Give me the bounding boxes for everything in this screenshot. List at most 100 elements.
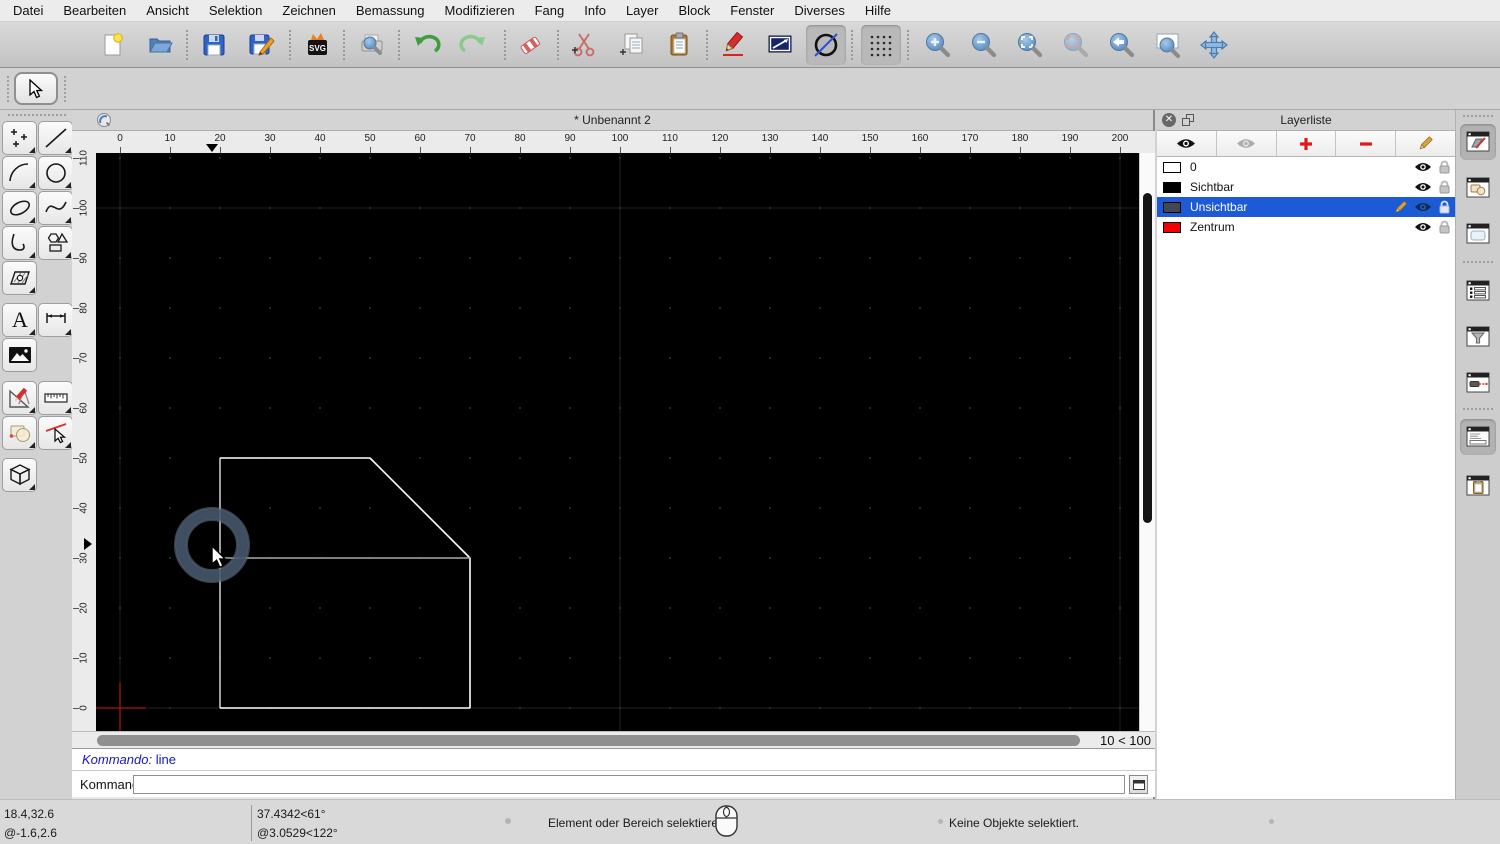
menu-item-info[interactable]: Info	[574, 3, 616, 18]
menu-item-diverses[interactable]: Diverses	[784, 3, 855, 18]
menu-item-datei[interactable]: Datei	[3, 3, 53, 18]
hatch-tool-button[interactable]	[2, 261, 37, 295]
open-file-button[interactable]	[140, 25, 180, 65]
hide-all-layers-button[interactable]	[1217, 131, 1277, 156]
erase-button[interactable]	[510, 25, 550, 65]
svg-export-button[interactable]: SVG	[297, 25, 337, 65]
layer-lock-icon[interactable]	[1438, 200, 1451, 214]
layer-visibility-icon[interactable]	[1414, 161, 1432, 173]
new-file-button[interactable]	[93, 25, 133, 65]
draw-pencil-button[interactable]	[714, 25, 754, 65]
layer-visibility-icon[interactable]	[1414, 201, 1432, 213]
h-ruler-label: 100	[611, 133, 629, 144]
line-tool-button[interactable]	[38, 121, 73, 155]
measure-tool-button[interactable]	[38, 381, 73, 415]
modify-tool-button[interactable]	[2, 416, 37, 450]
cut-button[interactable]	[565, 25, 605, 65]
copy-button[interactable]	[613, 25, 653, 65]
edit-layer-button[interactable]	[1396, 131, 1455, 156]
layer-edit-icon[interactable]	[1393, 200, 1408, 215]
menu-item-fang[interactable]: Fang	[525, 3, 575, 18]
ellipse-tool-button[interactable]	[2, 191, 37, 225]
command-window-button[interactable]	[1129, 775, 1148, 794]
pan-button[interactable]	[1194, 25, 1234, 65]
property-editor-panel-button[interactable]	[1460, 216, 1496, 252]
menu-item-selektion[interactable]: Selektion	[199, 3, 272, 18]
layer-row-0[interactable]: 0	[1157, 157, 1455, 177]
text-tool-button[interactable]: A	[2, 303, 37, 337]
menu-item-block[interactable]: Block	[668, 3, 720, 18]
image-tool-button[interactable]	[2, 338, 37, 372]
v-ruler-label: 0	[78, 705, 90, 711]
h-scrollbar-thumb[interactable]	[97, 735, 1080, 746]
vertical-scrollbar[interactable]	[1139, 153, 1155, 731]
layer-row-unsichtbar[interactable]: Unsichtbar	[1157, 197, 1455, 217]
print-preview-button[interactable]	[352, 25, 392, 65]
measurement-panel-button[interactable]	[1460, 365, 1496, 401]
v-scrollbar-thumb[interactable]	[1143, 193, 1152, 523]
menu-item-modifizieren[interactable]: Modifizieren	[435, 3, 525, 18]
spline-tool-button[interactable]	[38, 191, 73, 225]
polyline-tool-button[interactable]	[2, 226, 37, 260]
menu-item-fenster[interactable]: Fenster	[720, 3, 784, 18]
remove-layer-button[interactable]	[1336, 131, 1397, 156]
circle-tool-button[interactable]	[38, 156, 73, 190]
layer-row-sichtbar[interactable]: Sichtbar	[1157, 177, 1455, 197]
points-tool-button[interactable]	[2, 121, 37, 155]
command-input[interactable]	[133, 775, 1125, 794]
line-settings-button[interactable]	[760, 25, 800, 65]
layer-lock-icon[interactable]	[1438, 160, 1451, 174]
menu-item-bearbeiten[interactable]: Bearbeiten	[53, 3, 136, 18]
zoom-selection-button[interactable]	[1056, 25, 1096, 65]
block-list-panel-icon	[1466, 177, 1490, 198]
layer-lock-icon[interactable]	[1438, 220, 1451, 234]
zoom-window-button[interactable]	[1148, 25, 1188, 65]
snap-edit-tool-button[interactable]	[38, 416, 73, 450]
menu-item-bemassung[interactable]: Bemassung	[346, 3, 435, 18]
layer-list-panel-button[interactable]	[1460, 124, 1496, 160]
selection-tool-button[interactable]	[14, 72, 58, 105]
undo-button[interactable]	[407, 25, 447, 65]
blue-rect-diagonal-icon	[768, 35, 792, 53]
block-list-panel-button[interactable]	[1460, 170, 1496, 206]
clipboard-panel-button[interactable]	[1460, 468, 1496, 504]
save-as-button[interactable]	[241, 25, 281, 65]
h-ruler-label: 140	[811, 133, 829, 144]
zoom-previous-button[interactable]	[1102, 25, 1142, 65]
layer-color-swatch	[1163, 181, 1181, 193]
layer-row-zentrum[interactable]: Zentrum	[1157, 217, 1455, 237]
command-line-panel-button[interactable]	[1460, 419, 1496, 455]
save-button[interactable]	[194, 25, 234, 65]
menu-item-zeichnen[interactable]: Zeichnen	[272, 3, 345, 18]
menu-item-layer[interactable]: Layer	[616, 3, 669, 18]
zoom-out-button[interactable]	[964, 25, 1004, 65]
shapes-tool-button[interactable]	[38, 226, 73, 260]
h-ruler-label: 110	[662, 133, 678, 144]
redo-button[interactable]	[453, 25, 493, 65]
tool-option-bar	[0, 68, 1500, 110]
menu-item-hilfe[interactable]: Hilfe	[855, 3, 901, 18]
paste-button[interactable]	[659, 25, 699, 65]
grid-toggle-button[interactable]	[861, 25, 901, 65]
layer-lock-icon[interactable]	[1438, 180, 1451, 194]
layer-visibility-icon[interactable]	[1414, 221, 1432, 233]
box3d-tool-button[interactable]	[2, 458, 37, 492]
layer-color-swatch	[1163, 221, 1181, 233]
drawing-canvas[interactable]	[96, 153, 1139, 731]
selection-filter-panel-button[interactable]	[1460, 319, 1496, 355]
zoom-auto-button[interactable]	[1010, 25, 1050, 65]
redo-icon	[459, 34, 485, 53]
show-all-layers-button[interactable]	[1157, 131, 1217, 156]
document-title: * Unbenannt 2	[574, 113, 651, 127]
circle-diagonal-button[interactable]	[806, 25, 846, 65]
view-list-panel-button[interactable]	[1460, 273, 1496, 309]
cad-tools-button[interactable]	[2, 381, 37, 415]
arc-tool-button[interactable]	[2, 156, 37, 190]
layer-visibility-icon[interactable]	[1414, 181, 1432, 193]
menu-item-ansicht[interactable]: Ansicht	[136, 3, 199, 18]
horizontal-scrollbar[interactable]: 10 < 100	[72, 731, 1155, 748]
add-layer-button[interactable]	[1277, 131, 1337, 156]
history-prompt: Kommando:	[82, 752, 153, 767]
dimension-tool-button[interactable]	[38, 303, 73, 337]
zoom-in-button[interactable]	[918, 25, 958, 65]
